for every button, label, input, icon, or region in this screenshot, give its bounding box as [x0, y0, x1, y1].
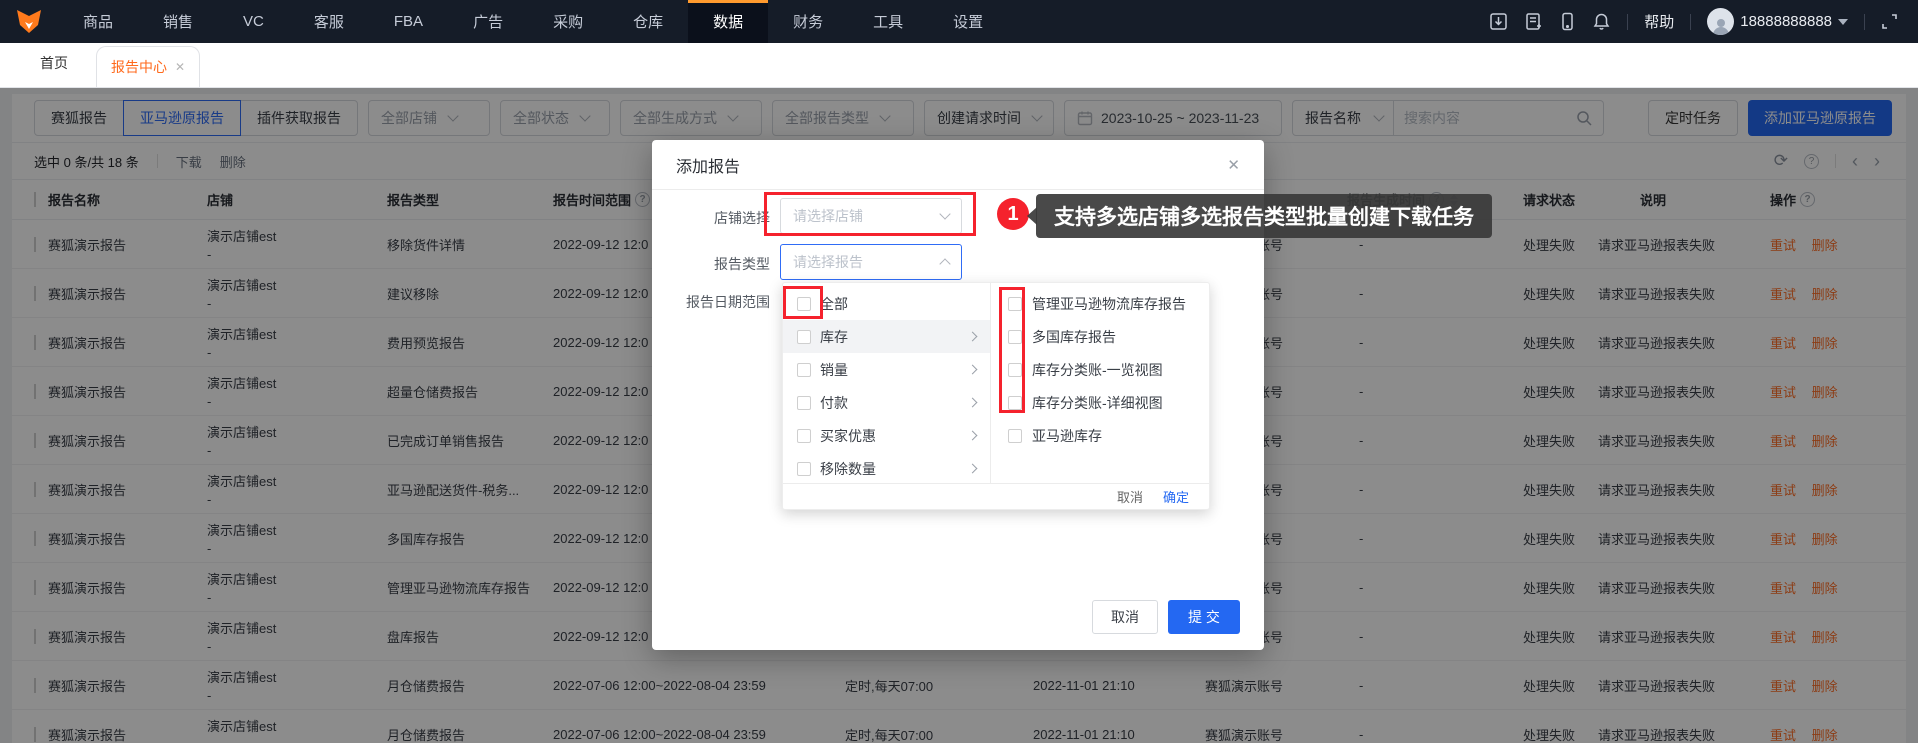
nav-item-数据[interactable]: 数据 — [688, 0, 769, 43]
shop-select-label: 店铺选择 — [714, 210, 770, 226]
modal-report-type-select[interactable]: 请选择报告 — [780, 244, 962, 280]
nav-item-仓库[interactable]: 仓库 — [608, 0, 688, 43]
nav-item-VC[interactable]: VC — [218, 0, 289, 43]
tooltip-text: 支持多选店铺多选报告类型批量创建下载任务 — [1054, 206, 1474, 229]
group-checkbox[interactable] — [797, 362, 811, 377]
nav-item-设置[interactable]: 设置 — [928, 0, 1008, 43]
group-label: 销量 — [820, 361, 848, 378]
task-list-icon[interactable] — [1524, 12, 1543, 31]
chevron-right-icon — [967, 430, 978, 441]
nav-item-采购[interactable]: 采购 — [528, 0, 608, 43]
report-group-付款[interactable]: 付款 — [783, 386, 990, 419]
item-checkbox[interactable] — [1008, 428, 1022, 443]
nav-right-tools: 帮助 18888888888 — [1489, 8, 1918, 35]
divider — [1864, 13, 1865, 30]
nav-item-销售[interactable]: 销售 — [138, 0, 218, 43]
report-group-买家优惠[interactable]: 买家优惠 — [783, 419, 990, 452]
report-item-亚马逊库存[interactable]: 亚马逊库存 — [991, 419, 1209, 452]
group-checkbox[interactable] — [797, 395, 811, 410]
item-label: 管理亚马逊物流库存报告 — [1032, 295, 1186, 312]
select-placeholder: 请选择报告 — [793, 254, 863, 270]
top-navigation: 商品销售VC客服FBA广告采购仓库数据财务工具设置 帮助 — [0, 0, 1918, 43]
chevron-down-icon — [1838, 18, 1848, 30]
nav-menu: 商品 销售 VC 客服 FBA 广告 采购 仓库 数据 财务 工具 设置 — [58, 0, 1008, 43]
close-icon[interactable]: ✕ — [175, 60, 185, 74]
nav-item-商品[interactable]: 商品 — [58, 0, 138, 43]
group-checkbox[interactable] — [797, 428, 811, 443]
group-checkbox[interactable] — [797, 329, 811, 344]
tooltip-arrow — [1027, 207, 1037, 225]
report-type-dropdown: 全部库存销量付款买家优惠移除数量 管理亚马逊物流库存报告 多国库存报告库存分类账-… — [782, 282, 1210, 510]
nav-item-财务[interactable]: 财务 — [768, 0, 848, 43]
highlight-box-all-checkbox — [783, 286, 823, 319]
report-type-label: 报告类型 — [714, 256, 770, 272]
group-checkbox[interactable] — [797, 461, 811, 476]
report-group-移除数量[interactable]: 移除数量 — [783, 452, 990, 483]
nav-item-广告[interactable]: 广告 — [448, 0, 528, 43]
group-label: 买家优惠 — [820, 427, 876, 444]
chevron-right-icon — [967, 397, 978, 408]
date-range-label: 报告日期范围 — [686, 294, 770, 310]
close-icon[interactable]: ✕ — [1227, 156, 1240, 174]
chevron-right-icon — [967, 463, 978, 474]
user-account[interactable]: 18888888888 — [1707, 8, 1848, 35]
dropdown-footer: 取消 确定 — [783, 483, 1209, 509]
mobile-icon[interactable] — [1559, 12, 1576, 31]
tab-label: 报告中心 — [111, 59, 167, 75]
chevron-up-icon — [939, 258, 951, 270]
modal-submit-button[interactable]: 提 交 — [1168, 600, 1240, 634]
item-label: 库存分类账-一览视图 — [1032, 361, 1163, 378]
nav-item-FBA[interactable]: FBA — [369, 0, 448, 43]
group-label: 移除数量 — [820, 460, 876, 477]
modal-header: 添加报告 ✕ — [652, 140, 1264, 190]
avatar — [1707, 8, 1735, 35]
nav-item-客服[interactable]: 客服 — [289, 0, 369, 43]
report-group-销量[interactable]: 销量 — [783, 353, 990, 386]
modal-cancel-button[interactable]: 取消 — [1092, 600, 1158, 634]
chevron-right-icon — [967, 331, 978, 342]
chevron-right-icon — [967, 364, 978, 375]
tab-report-center[interactable]: 报告中心 ✕ — [96, 46, 201, 87]
item-label: 多国库存报告 — [1032, 328, 1116, 345]
divider — [1690, 13, 1692, 30]
report-group-库存[interactable]: 库存 — [783, 320, 990, 353]
bell-icon[interactable] — [1592, 12, 1611, 31]
page-tabbar: 首页 报告中心 ✕ — [0, 43, 1918, 88]
brand-logo-icon[interactable] — [0, 8, 58, 35]
dropdown-cancel-button[interactable]: 取消 — [1117, 487, 1143, 506]
annotation-tooltip: 支持多选店铺多选报告类型批量创建下载任务 — [1027, 194, 1492, 238]
group-label: 付款 — [820, 394, 848, 411]
dropdown-ok-button[interactable]: 确定 — [1163, 487, 1189, 506]
nav-item-工具[interactable]: 工具 — [848, 0, 928, 43]
app-screen: 商品销售VC客服FBA广告采购仓库数据财务工具设置 帮助 — [0, 0, 1918, 743]
highlight-box-item-checkboxes — [999, 287, 1025, 413]
step-badge: 1 — [997, 198, 1029, 230]
tab-home[interactable]: 首页 — [0, 53, 82, 87]
group-label: 库存 — [820, 328, 848, 345]
group-label: 全部 — [820, 295, 848, 312]
phone-number: 18888888888 — [1740, 13, 1832, 30]
divider — [1627, 13, 1629, 30]
help-link[interactable]: 帮助 — [1644, 11, 1674, 32]
modal-title: 添加报告 — [676, 158, 741, 176]
item-label: 亚马逊库存 — [1032, 427, 1102, 444]
item-label: 库存分类账-详细视图 — [1032, 394, 1163, 411]
fullscreen-icon[interactable] — [1881, 13, 1898, 30]
highlight-box-shop-select — [764, 192, 976, 236]
download-icon[interactable] — [1489, 12, 1508, 31]
